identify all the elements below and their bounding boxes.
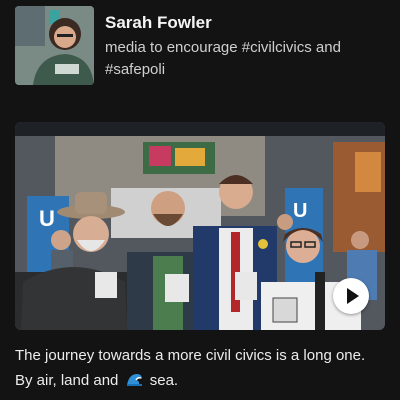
- post-header: Sarah Fowler media to encourage #civilci…: [0, 0, 400, 120]
- post-caption: The journey towards a more civil civics …: [15, 343, 395, 395]
- avatar[interactable]: [15, 6, 94, 85]
- caption-line-1: The journey towards a more civil civics …: [15, 347, 366, 364]
- wave-emoji-icon: [126, 370, 143, 395]
- group-photo: U U: [15, 122, 385, 330]
- svg-text:U: U: [39, 206, 55, 231]
- video-thumbnail[interactable]: U U: [15, 122, 385, 330]
- author-bio: media to encourage #civilcivics and #saf…: [105, 39, 341, 78]
- banner-letter: U: [293, 200, 307, 222]
- play-icon: [346, 288, 359, 304]
- caption-line-2-end: sea.: [149, 372, 179, 389]
- caption-line-2: By air, land and sea.: [15, 368, 395, 395]
- avatar-image: [15, 6, 94, 85]
- caption-line-2-start: By air, land and: [15, 372, 119, 389]
- author-name[interactable]: Sarah Fowler: [105, 13, 212, 33]
- play-button[interactable]: [333, 278, 369, 314]
